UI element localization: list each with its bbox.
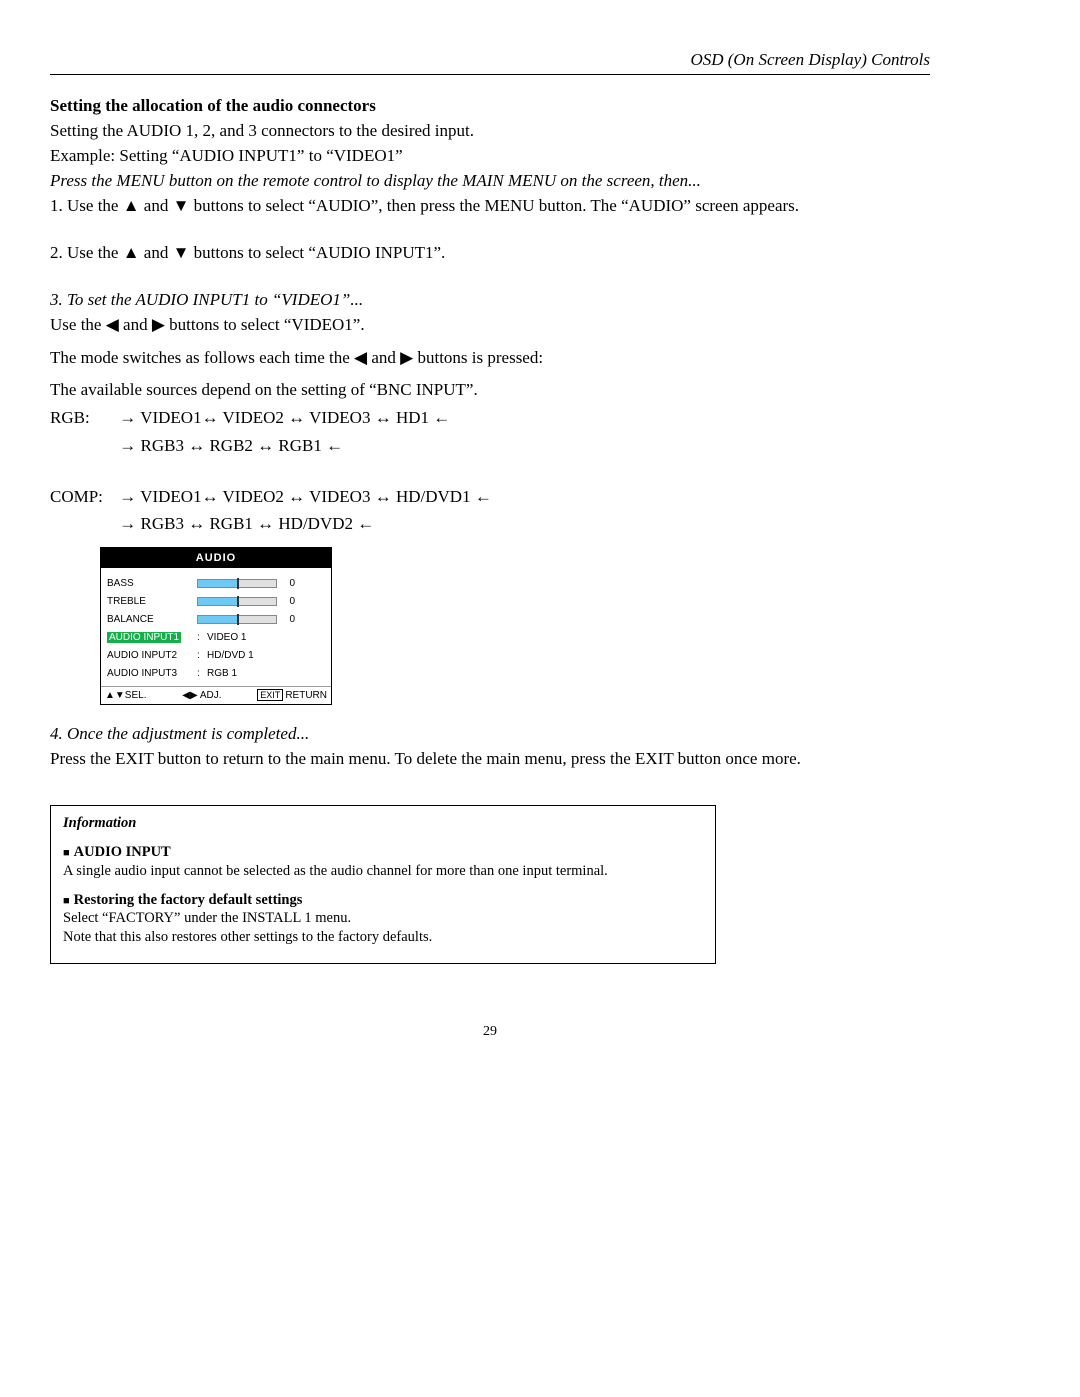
osd-row-bass: BASS 0 [107,574,325,592]
osd-label: BASS [107,578,197,589]
osd-input-label: AUDIO INPUT3 [107,668,197,679]
osd-value: 0 [283,596,295,607]
header-rule [50,74,930,75]
osd-slider[interactable] [197,615,277,624]
osd-label: TREBLE [107,596,197,607]
comp-line2: → RGB3 ↔ RGB1 ↔ HD/DVD2 ← [119,514,374,533]
info-h2: Restoring the factory default settings [74,892,303,908]
osd-input-label: AUDIO INPUT2 [107,650,197,661]
osd-input3-row[interactable]: AUDIO INPUT3 : RGB 1 [107,664,325,682]
osd-footer: ▲▼SEL. ◀▶ ADJ. EXITRETURN [101,686,331,704]
info-p3: Note that this also restores other setti… [63,928,703,947]
osd-adj-hint: ◀▶ ADJ. [182,690,221,701]
step-1: 1. Use the ▲ and ▼ buttons to select “AU… [50,195,930,218]
preamble: Press the MENU button on the remote cont… [50,170,930,193]
colon: : [197,668,207,679]
exit-button[interactable]: EXIT [257,689,283,701]
comp-cycle: COMP: → VIDEO1↔ VIDEO2 ↔ VIDEO3 ↔ HD/DVD… [50,483,930,537]
rgb-cycle: RGB: → VIDEO1↔ VIDEO2 ↔ VIDEO3 ↔ HD1 ← →… [50,404,930,458]
osd-row-balance: BALANCE 0 [107,610,325,628]
osd-input-value: RGB 1 [207,668,237,679]
osd-input-label-selected: AUDIO INPUT1 [107,632,181,643]
colon: : [197,650,207,661]
intro-line-1: Setting the AUDIO 1, 2, and 3 connectors… [50,120,930,143]
osd-slider[interactable] [197,597,277,606]
header-section-title: OSD (On Screen Display) Controls [50,50,930,70]
info-h1: AUDIO INPUT [74,844,171,860]
page-number: 29 [50,1024,930,1040]
bullet-icon: ■ [63,895,70,907]
osd-label: BALANCE [107,614,197,625]
colon: : [197,632,207,643]
comp-line1: → VIDEO1↔ VIDEO2 ↔ VIDEO3 ↔ HD/DVD1 ← [119,487,492,506]
intro-line-2: Example: Setting “AUDIO INPUT1” to “VIDE… [50,145,930,168]
bullet-icon: ■ [63,847,70,859]
osd-input2-row[interactable]: AUDIO INPUT2 : HD/DVD 1 [107,646,325,664]
step-3a: Use the ◀ and ▶ buttons to select “VIDEO… [50,314,930,337]
rgb-line1: → VIDEO1↔ VIDEO2 ↔ VIDEO3 ↔ HD1 ← [119,408,450,427]
osd-slider[interactable] [197,579,277,588]
step-4-heading: 4. Once the adjustment is completed... [50,723,930,746]
step-3-heading: 3. To set the AUDIO INPUT1 to “VIDEO1”..… [50,289,930,312]
section-heading: Setting the allocation of the audio conn… [50,96,376,115]
osd-input-value: VIDEO 1 [207,632,246,643]
osd-audio-panel: AUDIO BASS 0 TREBLE 0 BALANCE 0 AUDIO IN… [100,547,332,705]
osd-return-hint: EXITRETURN [257,690,327,701]
info-p2: Select “FACTORY” under the INSTALL 1 men… [63,909,703,928]
osd-value: 0 [283,614,295,625]
step-3c: The available sources depend on the sett… [50,379,930,402]
osd-body: BASS 0 TREBLE 0 BALANCE 0 AUDIO INPUT1 :… [101,568,331,686]
information-box: Information ■ AUDIO INPUT A single audio … [50,805,716,964]
rgb-line2: → RGB3 ↔ RGB2 ↔ RGB1 ← [119,436,343,455]
step-4-body: Press the EXIT button to return to the m… [50,748,930,771]
comp-label: COMP: [50,483,115,510]
rgb-label: RGB: [50,404,115,431]
info-title: Information [63,814,703,833]
step-2: 2. Use the ▲ and ▼ buttons to select “AU… [50,242,930,265]
osd-sel-hint: ▲▼SEL. [105,690,146,701]
info-p1: A single audio input cannot be selected … [63,862,703,881]
osd-input-value: HD/DVD 1 [207,650,254,661]
osd-value: 0 [283,578,295,589]
step-3b: The mode switches as follows each time t… [50,347,930,370]
osd-title: AUDIO [101,548,331,568]
osd-input1-row[interactable]: AUDIO INPUT1 : VIDEO 1 [107,628,325,646]
osd-row-treble: TREBLE 0 [107,592,325,610]
